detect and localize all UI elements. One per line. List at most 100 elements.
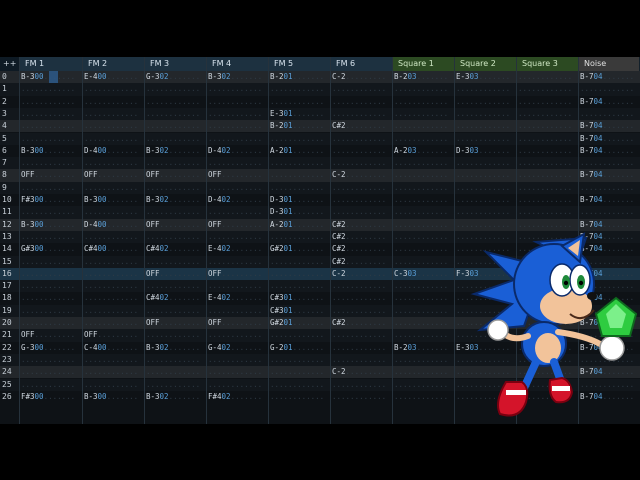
pattern-cell[interactable]: ............	[580, 83, 639, 95]
instrument-field[interactable]: ..	[408, 293, 417, 302]
note-field[interactable]: B-3	[146, 195, 160, 204]
note-field[interactable]: ...	[21, 269, 35, 278]
pattern-row[interactable]: 2.......................................…	[0, 96, 640, 108]
effect-field[interactable]: .......	[231, 109, 263, 118]
channel-header-square-3[interactable]: Square 3	[517, 57, 578, 71]
effect-field[interactable]: .......	[44, 207, 76, 216]
instrument-field[interactable]: ..	[284, 281, 293, 290]
note-field[interactable]: OFF	[84, 170, 98, 179]
effect-field[interactable]: .......	[355, 84, 387, 93]
note-field[interactable]: ...	[146, 183, 160, 192]
effect-field[interactable]: .......	[107, 220, 139, 229]
instrument-field[interactable]: ..	[160, 207, 169, 216]
note-field[interactable]: ...	[21, 355, 35, 364]
pattern-cell[interactable]: ............	[270, 354, 330, 366]
instrument-field[interactable]: ..	[346, 244, 355, 253]
instrument-field[interactable]: ..	[222, 281, 231, 290]
effect-field[interactable]: .......	[293, 306, 325, 315]
instrument-field[interactable]: 02	[160, 72, 169, 81]
instrument-field[interactable]: ..	[532, 84, 541, 93]
note-field[interactable]: ...	[270, 134, 284, 143]
pattern-cell[interactable]: D-400.......	[84, 219, 144, 231]
pattern-cell[interactable]: ............	[84, 366, 144, 378]
instrument-field[interactable]: 01	[284, 195, 293, 204]
pattern-cell[interactable]: ............	[394, 379, 454, 391]
note-field[interactable]: F#3	[21, 392, 35, 401]
instrument-field[interactable]: 00	[98, 244, 107, 253]
instrument-field[interactable]: 04	[594, 72, 603, 81]
effect-field[interactable]: .......	[479, 220, 511, 229]
pattern-cell[interactable]: G-201.......	[270, 342, 330, 354]
effect-field[interactable]: .......	[293, 146, 325, 155]
pattern-cell[interactable]: D-400.......	[84, 145, 144, 157]
effect-field[interactable]: .......	[107, 195, 139, 204]
instrument-field[interactable]: ..	[222, 306, 231, 315]
pattern-cell[interactable]: ............	[332, 96, 392, 108]
instrument-field[interactable]: ..	[408, 220, 417, 229]
note-field[interactable]: ...	[394, 293, 408, 302]
instrument-field[interactable]: ..	[346, 343, 355, 352]
note-field[interactable]: ...	[332, 293, 346, 302]
instrument-field[interactable]: ..	[470, 121, 479, 130]
pattern-cell[interactable]: ............	[394, 243, 454, 255]
effect-field[interactable]: .......	[541, 170, 573, 179]
note-field[interactable]: ...	[146, 355, 160, 364]
pattern-cell[interactable]: ............	[146, 256, 206, 268]
note-field[interactable]: ...	[208, 121, 222, 130]
note-field[interactable]: ...	[146, 207, 160, 216]
instrument-field[interactable]: ..	[160, 380, 169, 389]
note-field[interactable]: D-4	[208, 146, 222, 155]
pattern-cell[interactable]: ............	[580, 206, 639, 218]
effect-field[interactable]: .......	[107, 306, 139, 315]
instrument-field[interactable]: ..	[160, 367, 169, 376]
pattern-cell[interactable]: ............	[84, 182, 144, 194]
note-field[interactable]: ...	[394, 158, 408, 167]
note-field[interactable]: ...	[21, 84, 35, 93]
note-field[interactable]: ...	[208, 109, 222, 118]
note-field[interactable]: ...	[394, 220, 408, 229]
note-field[interactable]: OFF	[146, 170, 160, 179]
pattern-cell[interactable]: B-704.......	[580, 145, 639, 157]
effect-field[interactable]: .......	[169, 330, 201, 339]
instrument-field[interactable]: 04	[594, 134, 603, 143]
effect-field[interactable]: .......	[355, 146, 387, 155]
pattern-cell[interactable]: ............	[518, 133, 578, 145]
effect-field[interactable]: .......	[293, 367, 325, 376]
note-field[interactable]: ...	[394, 84, 408, 93]
note-field[interactable]: ...	[270, 84, 284, 93]
instrument-field[interactable]: ..	[284, 367, 293, 376]
instrument-field[interactable]: ..	[408, 281, 417, 290]
instrument-field[interactable]: ..	[346, 380, 355, 389]
instrument-field[interactable]: ..	[408, 97, 417, 106]
note-field[interactable]: ...	[208, 257, 222, 266]
pattern-cell[interactable]: ............	[270, 379, 330, 391]
effect-field[interactable]: .......	[355, 134, 387, 143]
instrument-field[interactable]: 01	[284, 72, 293, 81]
effect-field[interactable]: .......	[293, 281, 325, 290]
effect-field[interactable]: .......	[603, 207, 635, 216]
instrument-field[interactable]: ..	[532, 207, 541, 216]
pattern-cell[interactable]: ............	[208, 379, 268, 391]
pattern-cell[interactable]: ............	[84, 108, 144, 120]
pattern-cell[interactable]: G-402.......	[208, 342, 268, 354]
note-field[interactable]: B-7	[580, 121, 594, 130]
pattern-cell[interactable]: C-2.........	[332, 268, 392, 280]
note-field[interactable]: ...	[580, 158, 594, 167]
instrument-field[interactable]: ..	[284, 134, 293, 143]
note-field[interactable]: ...	[332, 380, 346, 389]
pattern-cell[interactable]: F#300.......	[21, 391, 82, 403]
pattern-cell[interactable]: F#402.......	[208, 391, 268, 403]
effect-field[interactable]: .......	[169, 97, 201, 106]
effect-field[interactable]: .......	[479, 146, 511, 155]
pattern-cell[interactable]: B-704.......	[580, 169, 639, 181]
pattern-cell[interactable]: ............	[456, 169, 516, 181]
effect-field[interactable]: .......	[355, 183, 387, 192]
pattern-cell[interactable]: ............	[394, 169, 454, 181]
note-field[interactable]: ...	[270, 97, 284, 106]
instrument-field[interactable]: ..	[222, 355, 231, 364]
note-field[interactable]: ...	[518, 134, 532, 143]
pattern-cell[interactable]: OFF.........	[21, 169, 82, 181]
instrument-field[interactable]: 02	[160, 293, 169, 302]
instrument-field[interactable]: ..	[408, 392, 417, 401]
note-field[interactable]: C#2	[332, 318, 346, 327]
